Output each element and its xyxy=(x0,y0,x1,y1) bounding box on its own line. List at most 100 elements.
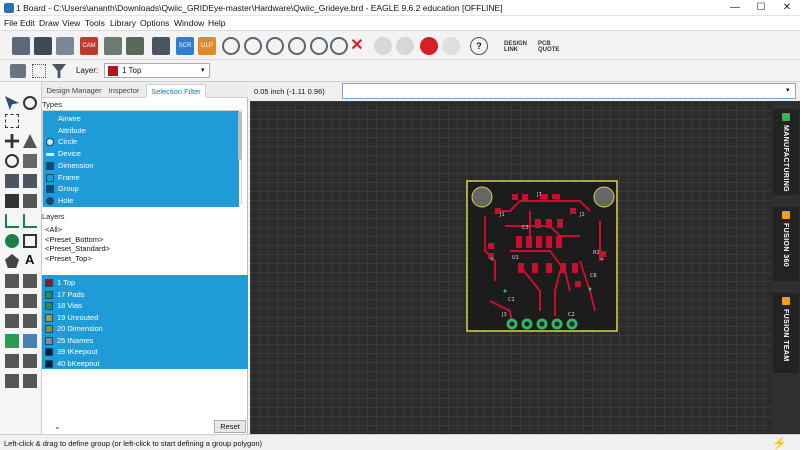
name-icon[interactable] xyxy=(5,354,19,368)
tab-design-manager[interactable]: Design Manager xyxy=(46,84,102,98)
minimize-button[interactable]: — xyxy=(722,0,748,16)
list-item[interactable]: Airwire xyxy=(43,113,239,125)
errors-icon[interactable] xyxy=(23,374,37,388)
info-icon[interactable] xyxy=(5,96,19,110)
rotate-icon[interactable] xyxy=(5,154,19,168)
mirror-icon[interactable] xyxy=(23,134,37,148)
schematic-icon[interactable] xyxy=(104,37,122,55)
menu-file[interactable]: File xyxy=(4,18,18,28)
add-icon[interactable] xyxy=(5,334,19,348)
right-dock: MANUFACTURING FUSION 360 FUSION TEAM xyxy=(772,101,800,434)
zoom-select-icon[interactable] xyxy=(288,37,306,55)
list-item[interactable]: Group xyxy=(43,183,239,195)
menu-options[interactable]: Options xyxy=(140,18,169,28)
miter-icon[interactable] xyxy=(23,274,37,288)
pcb-quote-button[interactable]: PCB QUOTE xyxy=(538,41,568,53)
list-item[interactable]: 25 tNames xyxy=(42,334,238,347)
ratsnest-icon[interactable]: ✕ xyxy=(348,37,366,55)
split-icon[interactable] xyxy=(5,274,19,288)
menu-window[interactable]: Window xyxy=(174,18,204,28)
menu-draw[interactable]: Draw xyxy=(39,18,59,28)
board-icon[interactable] xyxy=(126,37,144,55)
text-icon[interactable]: A xyxy=(25,252,34,267)
move-icon[interactable] xyxy=(5,134,19,148)
list-item[interactable]: Device xyxy=(43,148,239,160)
chevron-down-icon[interactable]: ⌄ xyxy=(54,422,61,431)
menu-library[interactable]: Library xyxy=(110,18,136,28)
show-icon[interactable] xyxy=(23,96,37,110)
label-c1: C1 xyxy=(508,297,515,303)
tab-fusion-team[interactable]: FUSION TEAM xyxy=(773,293,799,373)
list-item[interactable]: 17 Pads xyxy=(42,288,238,301)
list-item[interactable]: 19 Unrouted xyxy=(42,311,238,324)
redraw-icon[interactable] xyxy=(330,37,348,55)
design-link-button[interactable]: DESIGN LINK xyxy=(504,41,534,53)
command-input[interactable] xyxy=(342,83,796,99)
go-icon[interactable] xyxy=(442,37,460,55)
tab-selection-filter[interactable]: Selection Filter xyxy=(146,84,206,98)
filter-icon[interactable] xyxy=(52,64,66,78)
copy-icon[interactable] xyxy=(5,174,19,188)
list-item[interactable]: 20 Dimension xyxy=(42,323,238,335)
redo-icon[interactable] xyxy=(396,37,414,55)
list-item[interactable]: 40 bKeepout xyxy=(42,357,238,370)
tab-inspector[interactable]: Inspector xyxy=(104,84,144,98)
print-icon[interactable] xyxy=(56,37,74,55)
library-icon[interactable] xyxy=(152,37,170,55)
preset-item[interactable]: <Preset_Top> xyxy=(45,253,241,265)
dimension-icon[interactable] xyxy=(5,314,19,328)
via-icon[interactable] xyxy=(5,234,19,248)
list-item[interactable]: 1 Top xyxy=(42,277,238,289)
ripup-icon[interactable] xyxy=(23,214,37,228)
save-icon[interactable] xyxy=(34,37,52,55)
replace-icon[interactable] xyxy=(23,334,37,348)
menu-help[interactable]: Help xyxy=(208,18,225,28)
undo-icon[interactable] xyxy=(374,37,392,55)
zoom-out-icon[interactable] xyxy=(266,37,284,55)
group-icon[interactable] xyxy=(5,114,19,128)
types-scrollbar[interactable] xyxy=(238,112,242,160)
change-icon[interactable] xyxy=(23,194,37,208)
close-button[interactable]: ✕ xyxy=(774,0,800,16)
smash-icon[interactable] xyxy=(23,314,37,328)
delete-icon[interactable] xyxy=(5,194,19,208)
zoom-in-icon[interactable] xyxy=(244,37,262,55)
list-item[interactable]: Circle xyxy=(43,136,239,149)
list-item[interactable]: Attribute xyxy=(43,124,239,137)
types-list: Airwire Attribute Circle Device Dimensio… xyxy=(42,110,242,207)
menu-edit[interactable]: Edit xyxy=(20,18,35,28)
zoom-last-icon[interactable] xyxy=(310,37,328,55)
polygon-icon[interactable] xyxy=(23,234,37,248)
list-item[interactable]: Frame xyxy=(43,171,239,184)
list-item[interactable]: Dimension xyxy=(43,159,239,172)
list-item[interactable]: Hole xyxy=(43,194,239,207)
layer-settings-icon[interactable] xyxy=(10,64,26,78)
meander-icon[interactable] xyxy=(23,294,37,308)
ulp-button[interactable]: ULP xyxy=(198,37,216,55)
layer-dropdown[interactable]: 1 Top ▾ xyxy=(104,63,210,78)
open-icon[interactable] xyxy=(12,37,30,55)
reset-button[interactable]: Reset xyxy=(214,420,246,433)
shape-icon[interactable] xyxy=(5,254,19,268)
paste-icon[interactable] xyxy=(23,174,37,188)
drc-icon[interactable] xyxy=(5,374,19,388)
optimize-icon[interactable] xyxy=(5,294,19,308)
zoom-fit-icon[interactable] xyxy=(222,37,240,55)
tab-manufacturing[interactable]: MANUFACTURING xyxy=(773,109,799,195)
list-item[interactable]: 18 Vias xyxy=(42,300,238,312)
board-canvas[interactable]: J7 J1 J2 C3 U1 R2 C1 C6 J3 C2 xyxy=(250,101,772,434)
stop-icon[interactable] xyxy=(420,37,438,55)
grid-icon[interactable] xyxy=(32,64,46,78)
tab-fusion-360[interactable]: FUSION 360 xyxy=(773,207,799,281)
menu-view[interactable]: View xyxy=(62,18,80,28)
route-icon[interactable] xyxy=(5,214,19,228)
maximize-button[interactable]: ☐ xyxy=(748,0,774,16)
script-button[interactable]: SCR xyxy=(176,37,194,55)
menu-tools[interactable]: Tools xyxy=(85,18,105,28)
value-icon[interactable] xyxy=(23,354,37,368)
help-button[interactable]: ? xyxy=(470,37,488,55)
align-icon[interactable] xyxy=(23,154,37,168)
list-item[interactable]: 39 tKeepout xyxy=(42,346,238,358)
manufacturing-icon xyxy=(782,113,790,121)
cam-icon[interactable]: CAM xyxy=(80,37,98,55)
